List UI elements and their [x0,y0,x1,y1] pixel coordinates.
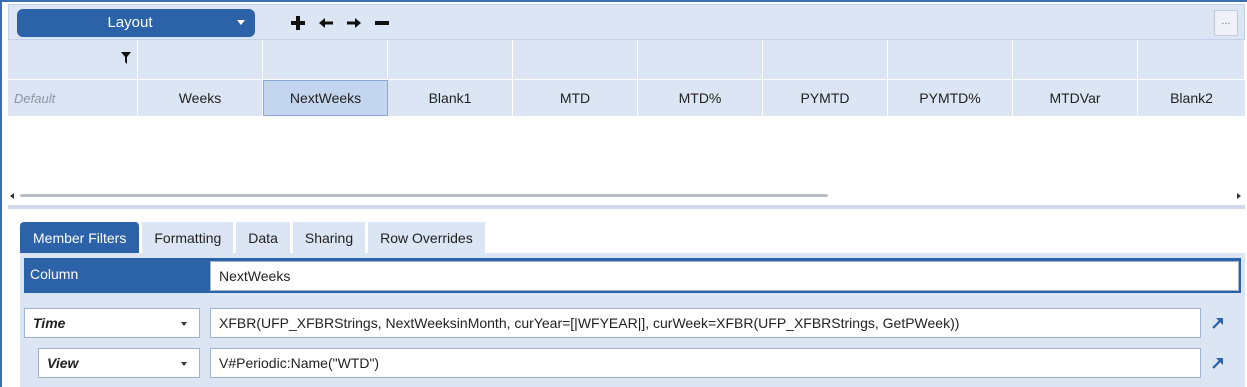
dimension-select-label: View [47,355,79,371]
grid-header-cell[interactable] [1013,40,1138,79]
plus-icon[interactable] [285,9,311,37]
scroll-right-icon[interactable] [1237,193,1241,199]
scrollbar-thumb[interactable] [20,194,828,197]
grid-header-cell[interactable] [388,40,513,79]
scroll-left-icon[interactable] [10,193,14,199]
row-label[interactable]: Default [8,80,138,116]
column-cell-blank1[interactable]: Blank1 [388,80,513,116]
tab-formatting[interactable]: Formatting [142,222,234,253]
open-member-filter-builder-icon[interactable] [1210,355,1226,371]
member-filter-expression-time[interactable]: XFBR(UFP_XFBRStrings, NextWeeksinMonth, … [210,308,1201,338]
grid-header-cell[interactable] [638,40,763,79]
column-cell-blank2[interactable]: Blank2 [1138,80,1245,116]
grid-header-cell[interactable] [138,40,263,79]
filter-row-view: View V#Periodic:Name("WTD") [24,348,1245,378]
tab-member-filters[interactable]: Member Filters [20,222,140,253]
column-label: Column [30,266,79,282]
chevron-down-icon [181,322,187,326]
grid-data-row: Default Weeks NextWeeks Blank1 MTD MTD% … [8,80,1245,116]
arrow-left-icon[interactable] [313,9,339,37]
panel-splitter[interactable] [8,205,1245,209]
minus-icon[interactable] [369,9,395,37]
dimension-select-view[interactable]: View [38,348,200,378]
toolbar: Layout ... [8,4,1245,40]
column-cell-mtd-pct[interactable]: MTD% [638,80,763,116]
horizontal-scrollbar[interactable] [8,192,1245,202]
chevron-down-icon [181,362,187,366]
tab-data[interactable]: Data [236,222,290,253]
tab-row-overrides[interactable]: Row Overrides [368,222,485,253]
layout-dropdown-label: Layout [107,14,153,31]
member-filters-panel: Column NextWeeks Time XFBR(UFP_XFBRStrin… [20,253,1245,387]
dimension-select-time[interactable]: Time [24,308,200,338]
grid-header-cell[interactable] [1138,40,1245,79]
more-options-button[interactable]: ... [1214,10,1238,36]
open-member-filter-builder-icon[interactable] [1210,315,1226,331]
member-filter-expression-view[interactable]: V#Periodic:Name("WTD") [210,348,1201,378]
filter-icon[interactable] [121,52,131,64]
grid-header-cell[interactable] [763,40,888,79]
grid-header-cell[interactable] [263,40,388,79]
column-cell-weeks[interactable]: Weeks [138,80,263,116]
tab-sharing[interactable]: Sharing [292,222,366,253]
grid-header-row [8,40,1245,79]
layout-dropdown[interactable]: Layout [17,9,255,37]
column-cell-mtdvar[interactable]: MTDVar [1013,80,1138,116]
column-row: Column NextWeeks [24,258,1241,293]
grid-header-cell[interactable] [513,40,638,79]
column-cell-pymtd-pct[interactable]: PYMTD% [888,80,1013,116]
column-cell-mtd[interactable]: MTD [513,80,638,116]
filter-row-time: Time XFBR(UFP_XFBRStrings, NextWeeksinMo… [24,308,1245,338]
chevron-down-icon [237,20,245,25]
column-cell-nextweeks[interactable]: NextWeeks [263,80,388,116]
filter-cell[interactable] [8,40,138,79]
dimension-select-label: Time [33,315,66,331]
property-tabs: Member Filters Formatting Data Sharing R… [20,222,488,253]
grid-header-cell[interactable] [888,40,1013,79]
arrow-right-icon[interactable] [341,9,367,37]
column-cell-pymtd[interactable]: PYMTD [763,80,888,116]
column-name-field[interactable]: NextWeeks [210,261,1239,291]
